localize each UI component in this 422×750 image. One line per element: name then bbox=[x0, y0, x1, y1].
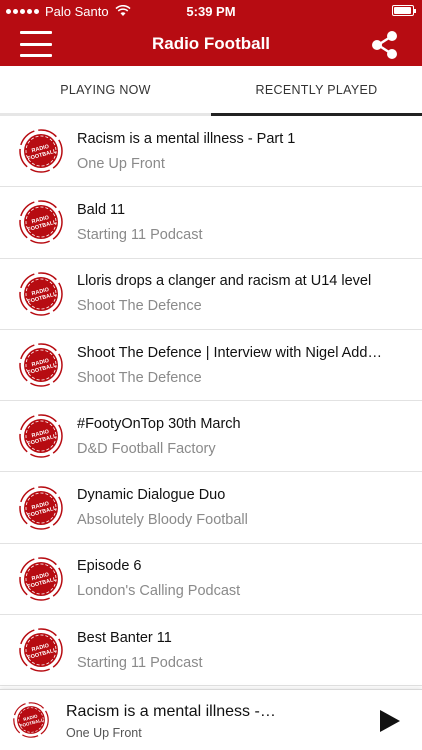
episode-title: Shoot The Defence | Interview with Nigel… bbox=[77, 344, 382, 361]
page-title: Radio Football bbox=[151, 34, 271, 53]
episode-title: Racism is a mental illness - Part 1 bbox=[77, 130, 296, 147]
list-item[interactable]: RADIO FOOTBALL Episode 6 London's Calling P… bbox=[0, 544, 422, 616]
menu-button[interactable] bbox=[20, 31, 52, 57]
mini-player[interactable]: RADIO FOOTBALL Racism is a mental illness… bbox=[0, 689, 422, 750]
list-item-text: #FootyOnTop 30th March D&D Football Facto… bbox=[77, 416, 392, 457]
tab-recently-played[interactable]: RECENTLY PLAYED bbox=[211, 66, 422, 116]
list-item-text: Episode 6 London's Calling Podcast bbox=[77, 558, 392, 599]
hamburger-icon-line bbox=[20, 54, 52, 57]
radio-football-logo: RADIOFOOTBALL bbox=[19, 271, 63, 316]
episode-title: Episode 6 bbox=[77, 558, 142, 575]
episode-title: Bald 11 bbox=[77, 201, 126, 218]
radio-football-logo: RADIOFOOTBALL bbox=[19, 557, 63, 601]
list-item[interactable]: RADIO FOOTBALL Lloris drops a clanger and … bbox=[0, 259, 422, 330]
list-item-text: Bald 11 Starting 11 Podcast bbox=[77, 202, 392, 243]
list-item-text: Best Banter 11 Starting 11 Podcast bbox=[77, 630, 392, 671]
episode-title: #FootyOnTop 30th March bbox=[77, 415, 241, 432]
radio-football-logo: RADIOFOOTBALL bbox=[19, 485, 63, 530]
episode-title: Lloris drops a clanger and racism at U14… bbox=[77, 273, 372, 290]
list-item[interactable]: RADIO FOOTBALL Bald 11 Starting 11 Podcast bbox=[0, 187, 422, 259]
radio-football-logo: RADIOFOOTBALL bbox=[19, 414, 63, 459]
radio-football-logo: RADIOFOOTBALL bbox=[19, 343, 63, 387]
now-playing-title: Racism is a mental illness -… bbox=[66, 703, 276, 720]
list-item[interactable]: RADIO FOOTBALL Best Banter 11 Starting 11 P… bbox=[0, 615, 422, 687]
status-time: 5:39 PM bbox=[186, 3, 236, 19]
list-item-text: Shoot The Defence | Interview with Nigel… bbox=[77, 345, 392, 386]
hamburger-icon-line bbox=[20, 31, 52, 34]
podcast-name: Absolutely Bloody Football bbox=[77, 512, 248, 529]
podcast-name: Shoot The Defence bbox=[77, 369, 202, 386]
status-bar: Palo Santo 5:39 PM bbox=[0, 0, 422, 22]
list-item-text: Lloris drops a clanger and racism at U14… bbox=[77, 273, 392, 314]
list-item-text: Racism is a mental illness - Part 1 One U… bbox=[77, 131, 392, 172]
recently-played-list: RADIO FOOTBALL Racism is a mental illness … bbox=[0, 116, 422, 687]
episode-title: Dynamic Dialogue Duo bbox=[77, 487, 226, 504]
podcast-name: Starting 11 Podcast bbox=[77, 226, 203, 243]
hamburger-icon-line bbox=[20, 42, 52, 46]
battery-icon bbox=[392, 5, 416, 16]
share-icon[interactable] bbox=[370, 30, 400, 60]
nav-bar: Radio Football bbox=[0, 22, 422, 66]
now-playing-podcast: One Up Front bbox=[66, 726, 142, 740]
podcast-name: Starting 11 Podcast bbox=[77, 654, 203, 671]
radio-football-logo: RADIOFOOTBALL bbox=[19, 129, 63, 173]
podcast-name: Shoot The Defence bbox=[77, 298, 202, 315]
tab-playing-now[interactable]: PLAYING NOW bbox=[0, 66, 211, 116]
list-item[interactable]: RADIO FOOTBALL Shoot The Defence | Intervi… bbox=[0, 330, 422, 402]
list-item[interactable]: RADIO FOOTBALL #FootyOnTop 30th March D&D F… bbox=[0, 401, 422, 473]
podcast-name: London's Calling Podcast bbox=[77, 583, 241, 600]
list-item[interactable]: RADIO FOOTBALL Dynamic Dialogue Duo Absolut… bbox=[0, 472, 422, 544]
radio-football-logo: RADIOFOOTBALL bbox=[19, 200, 63, 245]
radio-football-logo: RADIOFOOTBALL bbox=[19, 628, 63, 672]
tab-bar: PLAYING NOW RECENTLY PLAYED bbox=[0, 66, 422, 116]
radio-football-logo: RADIOFOOTBALL bbox=[13, 702, 49, 738]
episode-title: Best Banter 11 bbox=[77, 629, 172, 646]
list-item[interactable]: RADIO FOOTBALL Racism is a mental illness … bbox=[0, 116, 422, 188]
list-item-text: Dynamic Dialogue Duo Absolutely Bloody Fo… bbox=[77, 487, 392, 528]
play-button[interactable] bbox=[380, 710, 400, 732]
podcast-name: D&D Football Factory bbox=[77, 440, 216, 457]
podcast-name: One Up Front bbox=[77, 155, 165, 172]
